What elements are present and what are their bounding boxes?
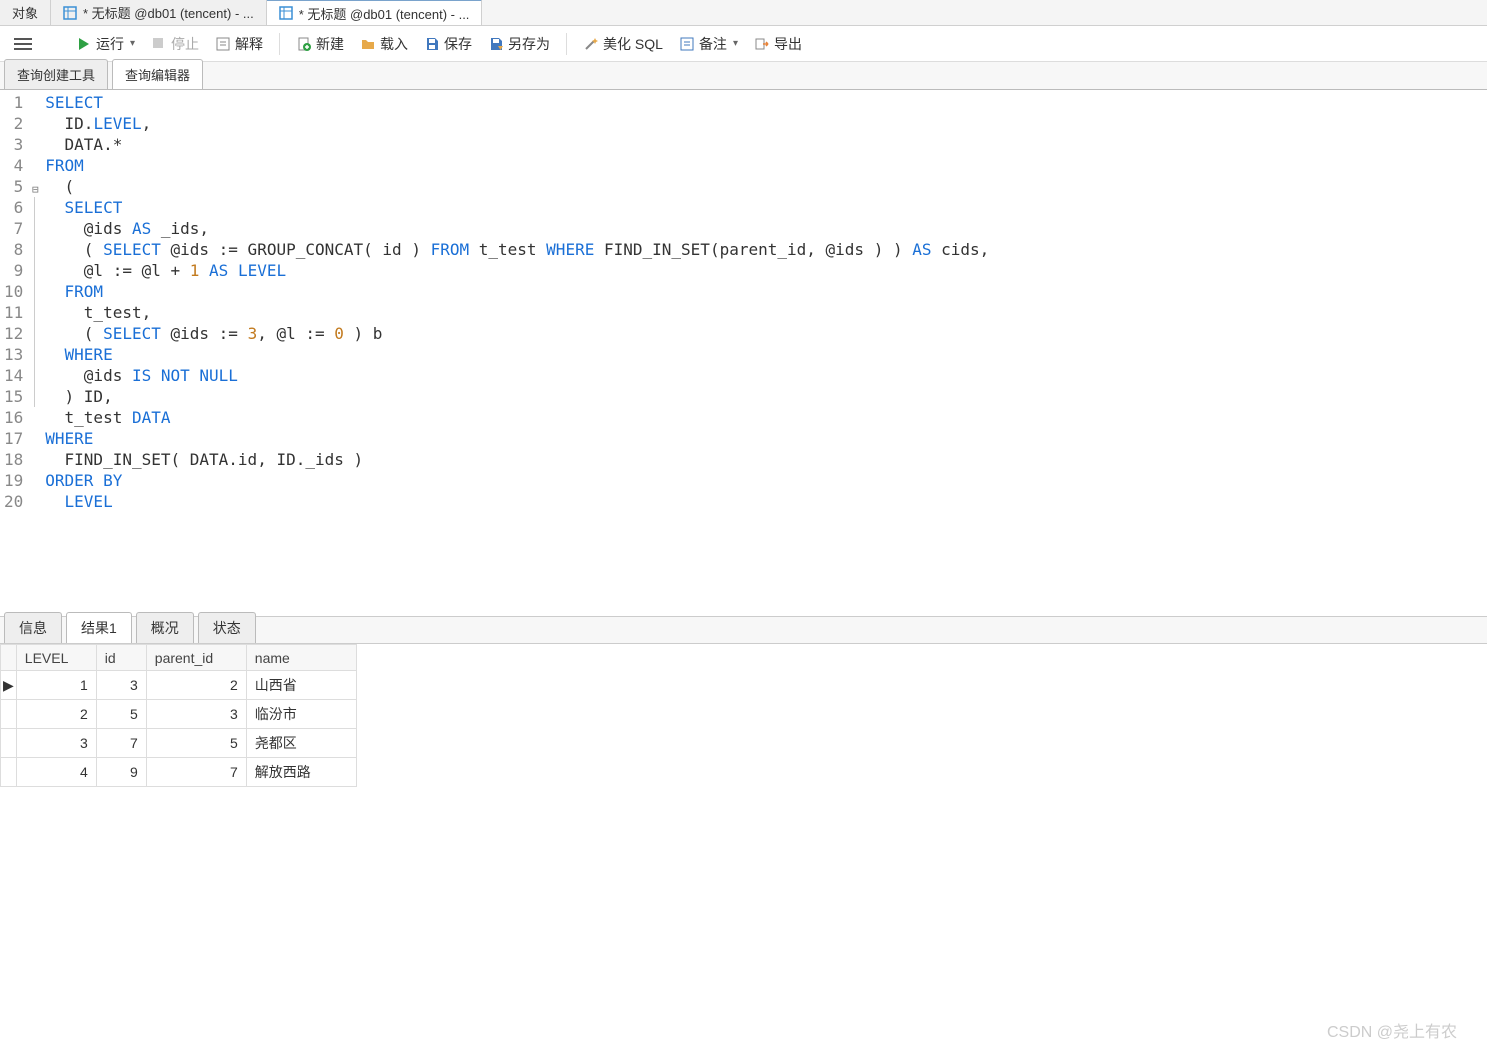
code-area[interactable]: SELECT ID.LEVEL, DATA.*FROM ( SELECT @id… [45,92,989,610]
table-row[interactable]: ▶132山西省 [1,671,357,700]
remark-button[interactable]: 备注 ▾ [673,30,744,58]
save-button[interactable]: 保存 [418,30,478,58]
save-as-button[interactable]: 另存为 [482,30,556,58]
top-tab-bar: 对象 * 无标题 @db01 (tencent) - ... * 无标题 @db… [0,0,1487,26]
stop-label: 停止 [171,34,199,54]
row-pointer-icon [1,700,17,729]
table-row[interactable]: 253临汾市 [1,700,357,729]
table-cell[interactable]: 1 [16,671,96,700]
table-cell[interactable]: 9 [96,758,146,787]
play-icon [76,36,92,52]
row-pointer-icon: ▶ [1,671,17,700]
note-icon [679,36,695,52]
tab-objects[interactable]: 对象 [0,0,51,25]
tab-label: 对象 [12,3,38,22]
tab-query-editor[interactable]: 查询编辑器 [112,59,203,89]
beautify-label: 美化 SQL [603,34,663,54]
tab-query-1[interactable]: * 无标题 @db01 (tencent) - ... [51,0,267,25]
separator [279,33,280,55]
table-row[interactable]: 375尧都区 [1,729,357,758]
save-as-label: 另存为 [508,34,550,54]
remark-label: 备注 [699,34,727,54]
export-icon [754,36,770,52]
table-cell[interactable]: 2 [146,671,246,700]
table-row[interactable]: 497解放西路 [1,758,357,787]
table-cell[interactable]: 7 [146,758,246,787]
chevron-down-icon: ▾ [733,38,738,49]
run-label: 运行 [96,34,124,54]
tab-info[interactable]: 信息 [4,612,62,643]
export-label: 导出 [774,34,802,54]
load-label: 载入 [380,34,408,54]
query-icon [279,6,293,20]
table-cell[interactable]: 解放西路 [246,758,356,787]
new-button[interactable]: 新建 [290,30,350,58]
column-header[interactable]: parent_id [146,645,246,671]
query-icon [63,6,77,20]
table-cell[interactable]: 4 [16,758,96,787]
explain-icon [215,36,231,52]
explain-button[interactable]: 解释 [209,30,269,58]
folder-icon [360,36,376,52]
line-number-gutter: 1234567891011121314151617181920 [0,92,29,610]
result-table[interactable]: LEVELidparent_idname▶132山西省253临汾市375尧都区4… [0,644,357,787]
save-icon [424,36,440,52]
save-as-icon [488,36,504,52]
run-button[interactable]: 运行 ▾ [70,30,141,58]
new-label: 新建 [316,34,344,54]
table-cell[interactable]: 5 [146,729,246,758]
table-cell[interactable]: 尧都区 [246,729,356,758]
tab-profile[interactable]: 概况 [136,612,194,643]
chevron-down-icon: ▾ [130,38,135,49]
tab-status[interactable]: 状态 [198,612,256,643]
watermark: CSDN @尧上有农 [1327,1018,1457,1042]
table-cell[interactable]: 山西省 [246,671,356,700]
beautify-button[interactable]: 美化 SQL [577,30,669,58]
column-header[interactable]: LEVEL [16,645,96,671]
table-cell[interactable]: 临汾市 [246,700,356,729]
table-cell[interactable]: 2 [16,700,96,729]
table-cell[interactable]: 3 [16,729,96,758]
separator [566,33,567,55]
row-pointer-icon [1,758,17,787]
new-icon [296,36,312,52]
tab-label: * 无标题 @db01 (tencent) - ... [299,4,470,23]
fold-toggle-icon[interactable]: ⊟ [29,179,41,200]
sql-editor[interactable]: 1234567891011121314151617181920 ⊟ SELECT… [0,90,1487,610]
row-pointer-icon [1,729,17,758]
table-cell[interactable]: 7 [96,729,146,758]
tab-query-2[interactable]: * 无标题 @db01 (tencent) - ... [267,0,483,25]
wand-icon [583,36,599,52]
save-label: 保存 [444,34,472,54]
toolbar: 运行 ▾ 停止 解释 新建 载入 保存 另存为 [0,26,1487,62]
load-button[interactable]: 载入 [354,30,414,58]
column-header[interactable]: name [246,645,356,671]
tab-label: * 无标题 @db01 (tencent) - ... [83,3,254,22]
explain-label: 解释 [235,34,263,54]
menu-icon[interactable] [8,32,38,56]
fold-column: ⊟ [29,92,45,610]
stop-icon [151,36,167,52]
stop-button[interactable]: 停止 [145,30,205,58]
result-tab-bar: 信息 结果1 概况 状态 [0,616,1487,644]
tab-result1[interactable]: 结果1 [66,612,132,643]
table-cell[interactable]: 3 [146,700,246,729]
table-cell[interactable]: 5 [96,700,146,729]
column-header[interactable]: id [96,645,146,671]
export-button[interactable]: 导出 [748,30,808,58]
editor-tab-bar: 查询创建工具 查询编辑器 [0,62,1487,90]
table-cell[interactable]: 3 [96,671,146,700]
tab-query-builder[interactable]: 查询创建工具 [4,59,108,89]
